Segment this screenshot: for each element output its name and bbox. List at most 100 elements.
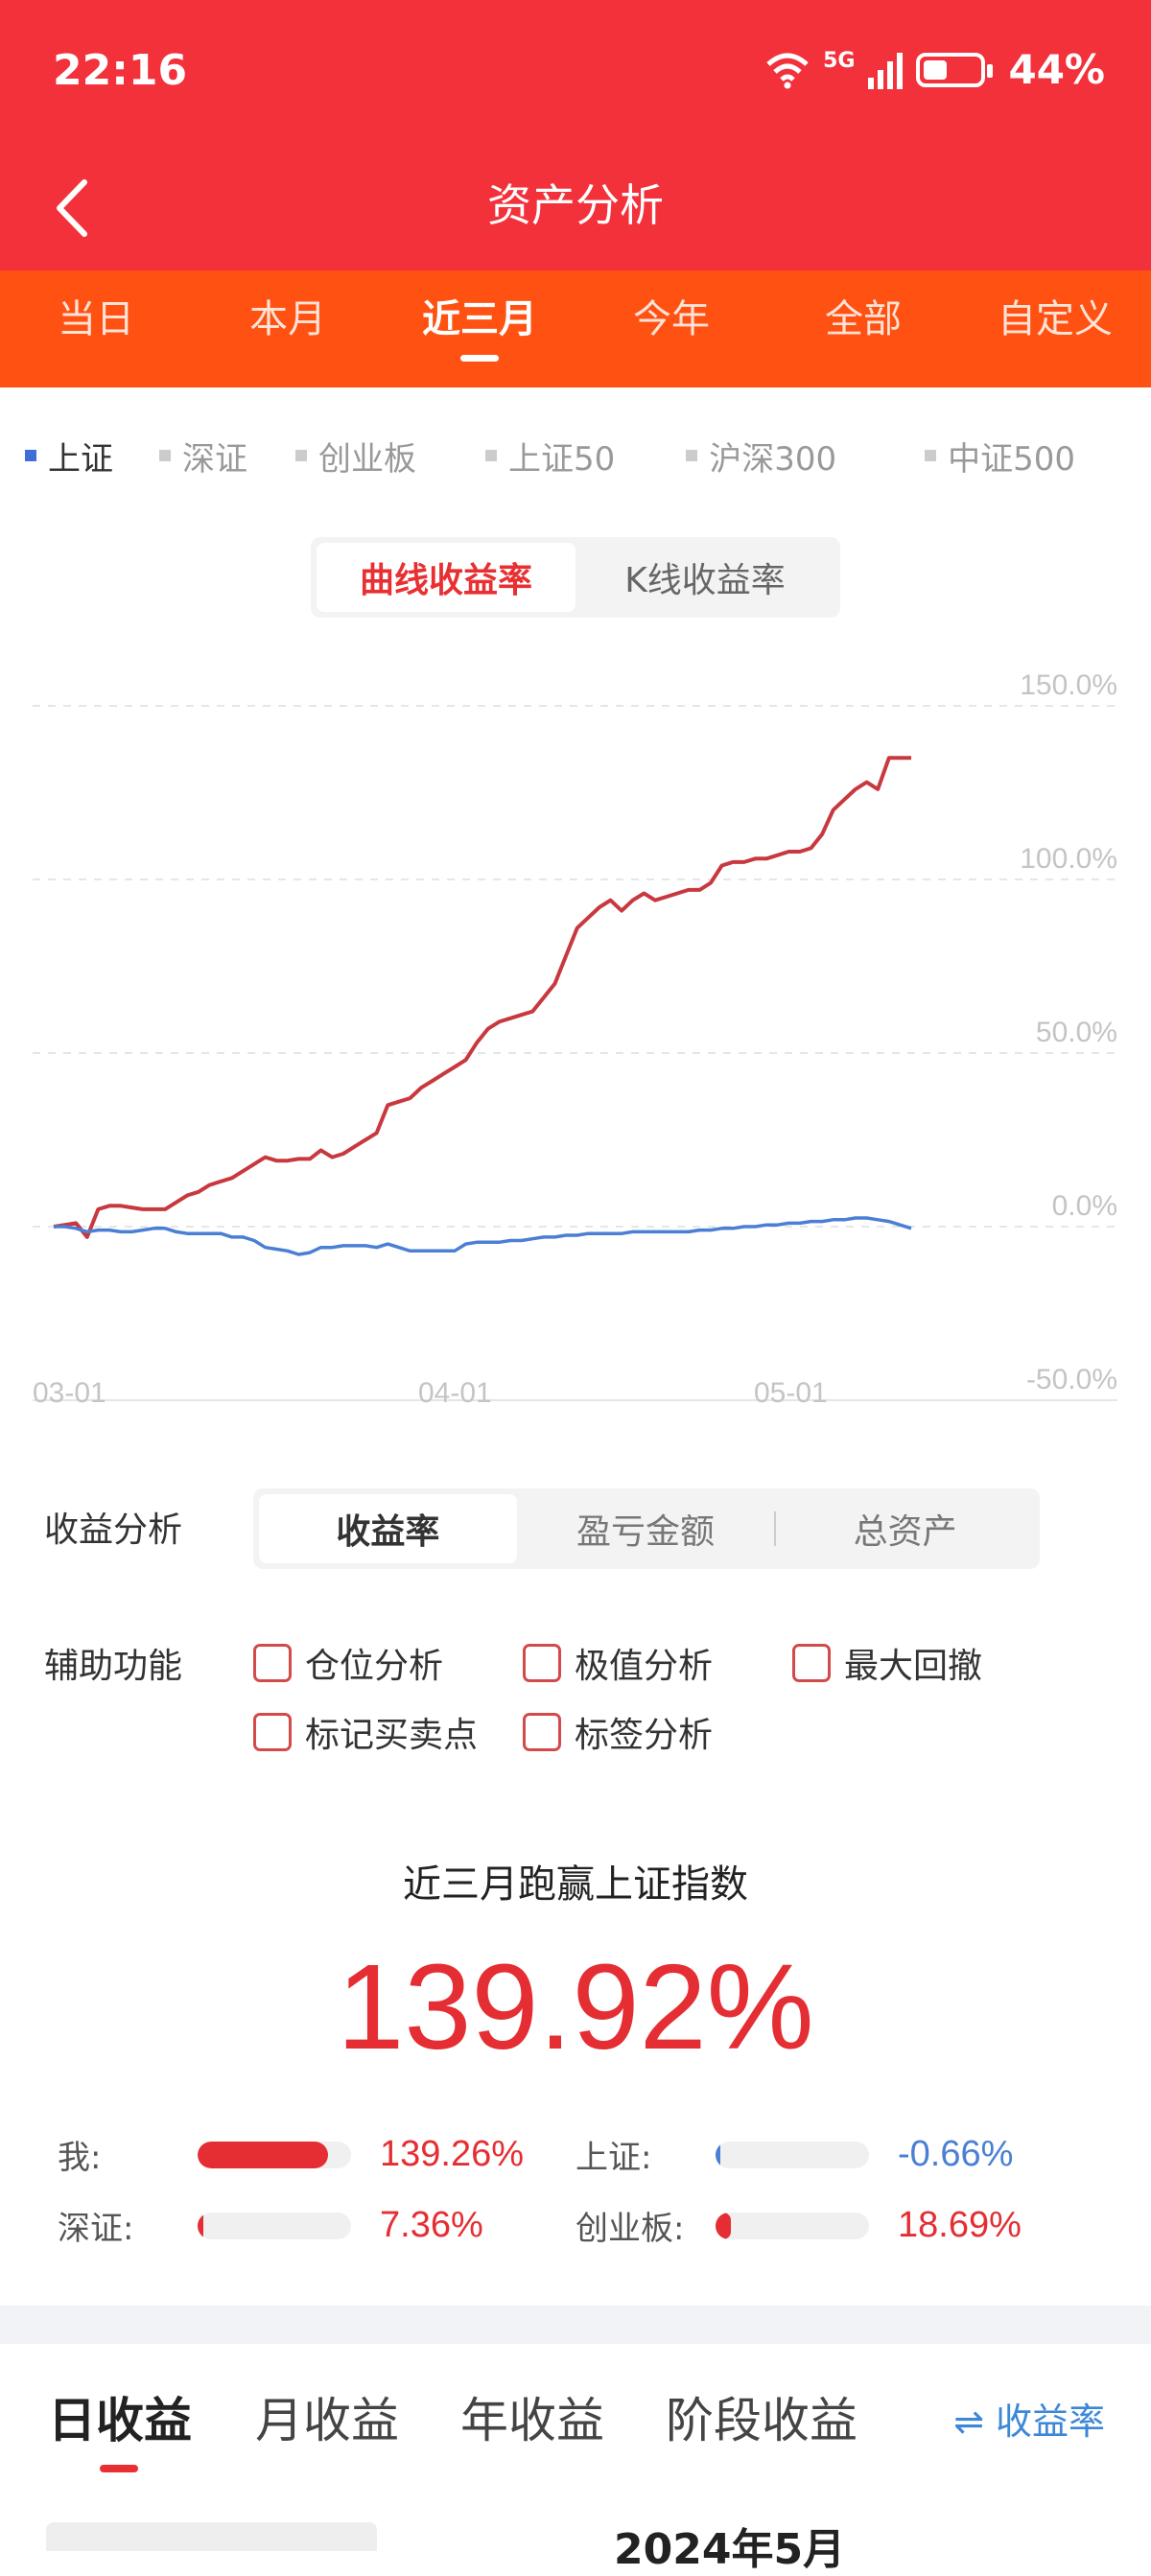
tag-analysis-checkbox[interactable]: 标签分析 (523, 1707, 713, 1757)
analysis-toggle: 收益率 盈亏金额 总资产 (253, 1488, 1040, 1569)
return-rate-option[interactable]: 收益率 (259, 1494, 517, 1563)
index-label: 深证 (182, 439, 247, 479)
index-chinext[interactable]: 创业板 (295, 433, 416, 480)
compare-bar (198, 2141, 351, 2168)
switch-metric-button[interactable]: ⇌ 收益率 (953, 2392, 1105, 2445)
index-selector: 上证 深证 创业板 上证50 沪深300 中证500 (0, 412, 1151, 499)
tab-all[interactable]: 全部 (767, 270, 959, 387)
legend-dot (25, 450, 36, 461)
compare-shenzhen: 深证: 7.36% (58, 2202, 483, 2249)
compare-bar (716, 2141, 869, 2168)
checkbox-label: 极值分析 (575, 1647, 714, 1686)
tab-this-month[interactable]: 本月 (192, 270, 384, 387)
index-label: 沪深300 (709, 439, 837, 479)
tab-monthly-earnings[interactable]: 月收益 (255, 2382, 399, 2451)
y-tick-label: 100.0% (1020, 843, 1117, 875)
return-chart[interactable]: 150.0% 100.0% 50.0% 0.0% -50.0% 03-01 04-01 05-… (0, 614, 1151, 1429)
tab-custom[interactable]: 自定义 (959, 270, 1151, 387)
active-tab-indicator (100, 2465, 138, 2472)
checkbox-label: 最大回撤 (844, 1647, 983, 1686)
legend-dot (295, 450, 307, 461)
checkbox-box (253, 1713, 292, 1751)
index-sse50[interactable]: 上证50 (485, 433, 615, 480)
x-tick-label: 03-01 (33, 1377, 106, 1409)
compare-name: 深证: (58, 2210, 134, 2248)
compare-bar-fill (198, 2141, 328, 2168)
checkbox-label: 标记买卖点 (305, 1716, 479, 1755)
tab-yearly-earnings[interactable]: 年收益 (460, 2382, 604, 2451)
status-time: 22:16 (53, 46, 188, 95)
tab-daily-earnings[interactable]: 日收益 (48, 2382, 192, 2451)
y-tick-label: -50.0% (1026, 1364, 1117, 1395)
index-label: 上证50 (508, 439, 616, 479)
tab-this-year[interactable]: 今年 (576, 270, 767, 387)
index-label: 创业板 (318, 439, 416, 479)
my-return-line (53, 756, 911, 1239)
kline-return-option[interactable]: K线收益率 (576, 543, 834, 612)
active-tab-indicator (460, 355, 499, 362)
compare-name: 我: (58, 2139, 102, 2177)
period-tabs: 当日 本月 近三月 今年 全部 自定义 (0, 270, 1151, 387)
index-label: 中证500 (948, 439, 1076, 479)
tab-three-months[interactable]: 近三月 (384, 270, 576, 387)
compare-value: -0.66% (898, 2134, 1014, 2174)
checkbox-box (523, 1644, 561, 1682)
checkbox-box (523, 1713, 561, 1751)
x-tick-label: 04-01 (418, 1377, 492, 1409)
tab-today[interactable]: 当日 (0, 270, 192, 387)
index-return-line (54, 1216, 912, 1256)
compare-name: 创业板: (576, 2210, 685, 2248)
section-divider (0, 2306, 1151, 2344)
legend-dot (925, 450, 937, 461)
compare-mine: 我: 139.26% (58, 2131, 524, 2178)
legend-dot (686, 450, 698, 461)
wifi-icon (766, 53, 809, 88)
tab-label: 当日 (58, 297, 134, 341)
compare-name: 上证: (576, 2139, 652, 2177)
index-csi500[interactable]: 中证500 (925, 433, 1075, 480)
tab-label: 近三月 (422, 297, 537, 341)
profit-amount-option[interactable]: 盈亏金额 (517, 1494, 775, 1563)
position-analysis-checkbox[interactable]: 仓位分析 (253, 1638, 443, 1688)
compare-value: 7.36% (380, 2205, 483, 2245)
compare-bar-fill (716, 2141, 720, 2168)
x-tick-label: 05-01 (754, 1377, 828, 1409)
max-drawdown-checkbox[interactable]: 最大回撤 (792, 1638, 982, 1688)
nav-bar: 资产分析 (0, 144, 1151, 270)
curve-return-option[interactable]: 曲线收益率 (317, 543, 576, 612)
tab-label: 自定义 (998, 297, 1113, 341)
tab-label: 本月 (249, 297, 326, 341)
y-tick-label: 150.0% (1020, 669, 1117, 701)
outperform-headline: 近三月跑赢上证指数 (403, 1862, 748, 1907)
tab-label: 全部 (825, 297, 902, 341)
network-type: 5G (823, 49, 856, 73)
aux-label: 辅助功能 (44, 1647, 183, 1686)
month-title: 2024年5月 (614, 2525, 846, 2574)
y-tick-label: 50.0% (1036, 1017, 1117, 1048)
status-icons: 5G 44% (765, 46, 1105, 93)
total-return-value: 139.92% (337, 1939, 814, 2074)
status-bar: 22:16 5G 44% (0, 0, 1151, 144)
index-csi300[interactable]: 沪深300 (686, 433, 836, 480)
y-tick-label: 0.0% (1052, 1190, 1117, 1222)
page-title: 资产分析 (487, 179, 664, 231)
tab-label: 今年 (633, 297, 710, 341)
total-assets-option[interactable]: 总资产 (776, 1494, 1034, 1563)
earnings-tabs: 日收益 月收益 年收益 阶段收益 ⇌ 收益率 2024年5月 (0, 2344, 1151, 2574)
legend-dot (485, 450, 497, 461)
calendar-header (46, 2522, 377, 2551)
compare-bar-fill (716, 2212, 731, 2239)
analysis-label: 收益分析 (44, 1510, 183, 1550)
compare-chinext: 创业板: 18.69% (576, 2202, 1022, 2249)
checkbox-label: 标签分析 (575, 1716, 714, 1755)
battery-icon (916, 52, 994, 87)
legend-dot (159, 450, 171, 461)
checkbox-box (792, 1644, 831, 1682)
compare-value: 18.69% (898, 2205, 1022, 2245)
index-shanghai[interactable]: 上证 (25, 433, 113, 480)
index-shenzhen[interactable]: 深证 (159, 433, 247, 480)
tab-stage-earnings[interactable]: 阶段收益 (666, 2382, 857, 2451)
trade-points-checkbox[interactable]: 标记买卖点 (253, 1707, 478, 1757)
checkbox-box (253, 1644, 292, 1682)
extreme-analysis-checkbox[interactable]: 极值分析 (523, 1638, 713, 1688)
